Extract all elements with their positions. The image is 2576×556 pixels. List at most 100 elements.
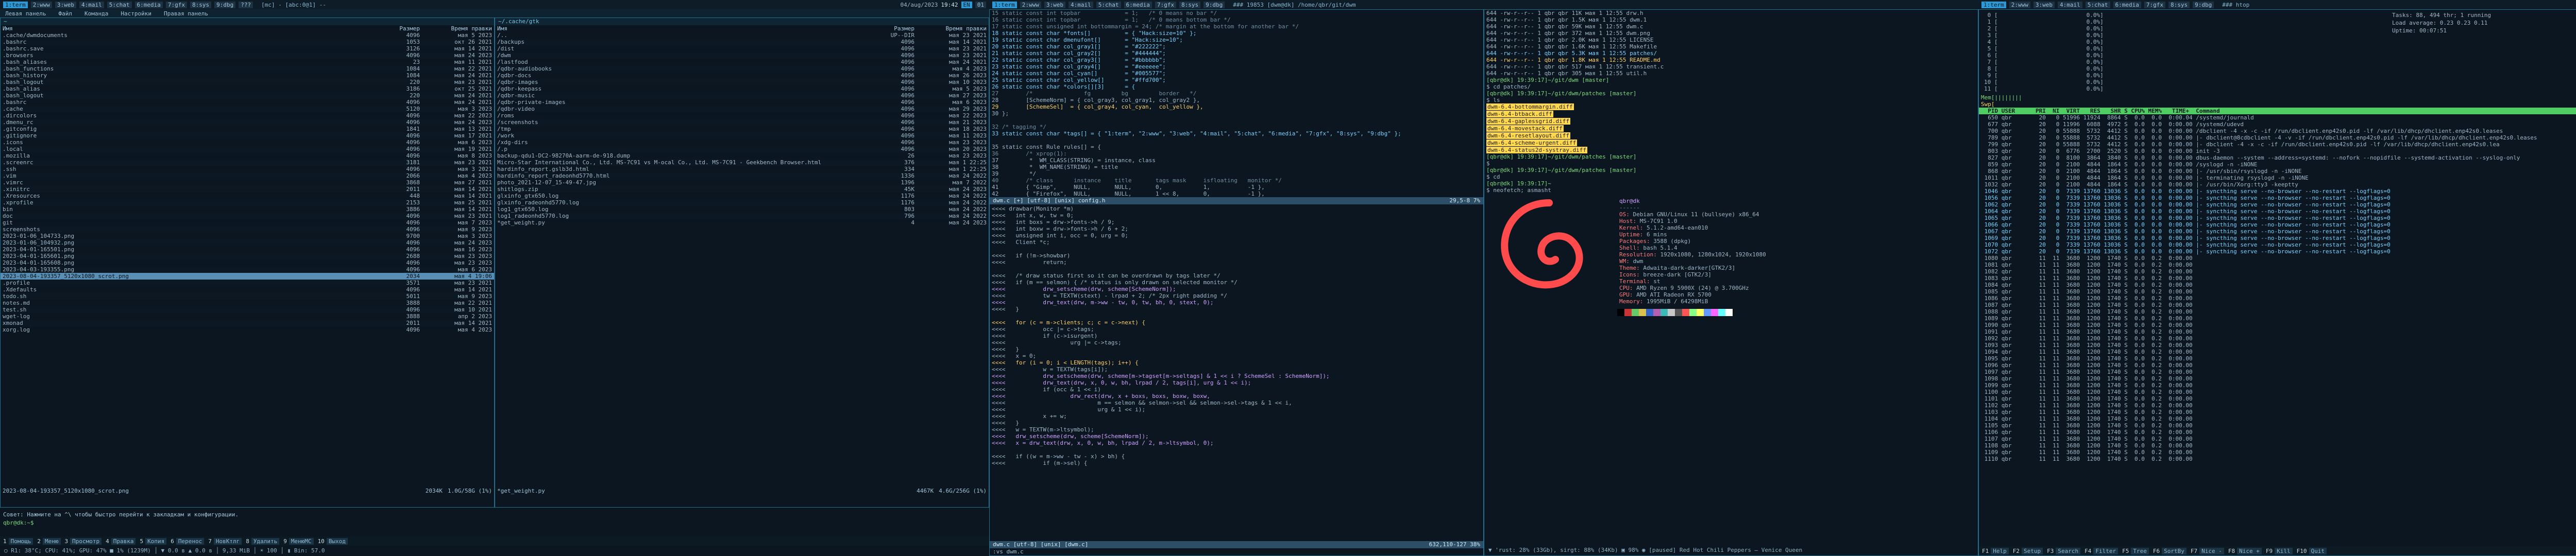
- file-row[interactable]: /dist 4096 мая 23 2021: [495, 45, 989, 52]
- vim-pane[interactable]: 15 static const int topbar = 1; /* 0 mea…: [989, 9, 1484, 556]
- htop-fkey[interactable]: F7 Nice -: [2191, 547, 2224, 554]
- file-row[interactable]: .Xdefaults 4096 мая 14 2021: [1, 286, 494, 293]
- vim-top-buffer[interactable]: 15 static const int topbar = 1; /* 0 mea…: [990, 10, 1483, 197]
- tag-6-media[interactable]: 6:media: [134, 1, 163, 8]
- tag-5-chat[interactable]: 5:chat: [107, 1, 132, 8]
- file-row[interactable]: /qdbr-docs 4096 мая 26 2023: [495, 72, 989, 79]
- process-row[interactable]: 803 qbr 20 0 6776 2700 2520 S 0.0 0.0 0:…: [1979, 148, 2576, 154]
- tag-4-mail[interactable]: 4:mail: [1069, 1, 1093, 8]
- htop-fkey[interactable]: F9 Kill: [2266, 547, 2293, 554]
- tag-3-web[interactable]: 3:web: [2033, 1, 2055, 8]
- tag-8-sys[interactable]: 8:sys: [190, 1, 212, 8]
- file-row[interactable]: /work 4096 мая 11 2023: [495, 132, 989, 139]
- file-row[interactable]: .xprofile 2153 мая 25 2021: [1, 199, 494, 206]
- tag-6-media[interactable]: 6:media: [2113, 1, 2141, 8]
- file-row[interactable]: .bash_aliases 23 мая 11 2021: [1, 59, 494, 65]
- process-row[interactable]: 1104 qbr 11 11 3680 1200 1740 S 0.0 0.2 …: [1979, 415, 2576, 422]
- process-row[interactable]: 1105 qbr 11 11 3680 1200 1740 S 0.0 0.2 …: [1979, 422, 2576, 429]
- process-row[interactable]: 1102 qbr 11 11 3680 1200 1740 S 0.0 0.2 …: [1979, 402, 2576, 409]
- file-row[interactable]: .dmenu_rc 4096 мая 24 2023: [1, 119, 494, 126]
- fkey[interactable]: 7 НовКтлг: [208, 537, 242, 545]
- tag-1-term[interactable]: 1:term: [1981, 1, 2006, 8]
- tag-8-sys[interactable]: 8:sys: [1179, 1, 1201, 8]
- file-row[interactable]: 2023-04-01-165601.png 2688 мая 23 2023: [1, 253, 494, 259]
- file-row[interactable]: git 4096 мая 7 2023: [1, 219, 494, 226]
- process-row[interactable]: 1110 qbr 11 11 3680 1200 1740 S 0.0 0.2 …: [1979, 456, 2576, 462]
- file-row[interactable]: log1_gtx650.log 803 мая 24 2022: [495, 206, 989, 213]
- file-row[interactable]: /qdbr-private-images 4096 мая 6 2023: [495, 99, 989, 106]
- file-row[interactable]: .browsers 4096 мая 24 2023: [1, 52, 494, 59]
- file-row[interactable]: shitlogs.zip 45K мая 24 2023: [495, 186, 989, 193]
- process-row[interactable]: 1069 qbr 20 0 7339 13760 13036 S 0.0 0.0…: [1979, 235, 2576, 241]
- file-row[interactable]: /xdg-dirs 4096 мая 23 2023: [495, 139, 989, 146]
- process-row[interactable]: 1101 qbr 11 11 3680 1200 1740 S 0.0 0.2 …: [1979, 395, 2576, 402]
- file-row[interactable]: .screenrc 3181 мая 23 2021: [1, 159, 494, 166]
- htop-rows[interactable]: 650 qbr 20 0 51996 11924 8864 S 0.0 0.0 …: [1979, 114, 2576, 255]
- htop-fkey[interactable]: F2 Setup: [2013, 547, 2043, 554]
- file-row[interactable]: .mozilla 4096 мая 8 2023: [1, 152, 494, 159]
- mc-left-list[interactable]: .cache/dwmdocuments 4096 мая 5 2023 .bashrc…: [1, 32, 494, 333]
- process-row[interactable]: 1099 qbr 11 11 3680 1200 1740 S 0.0 0.2 …: [1979, 382, 2576, 389]
- file-row[interactable]: .bash_history 1084 мая 24 2021: [1, 72, 494, 79]
- htop-fkey[interactable]: F1 Help: [1982, 547, 2009, 554]
- process-row[interactable]: 1106 qbr 11 11 3680 1200 1740 S 0.0 0.2 …: [1979, 429, 2576, 436]
- htop-fkey[interactable]: F4 Filter: [2084, 547, 2119, 554]
- tag-7-gfx[interactable]: 7:gfx: [165, 1, 187, 8]
- process-row[interactable]: 827 qbr 20 0 8100 3864 3840 S 0.0 0.0 0:…: [1979, 154, 2576, 161]
- file-row[interactable]: /qdbr-audiobooks 4096 мая 4 2023: [495, 65, 989, 72]
- tag--[interactable]: ???: [239, 1, 253, 8]
- fkey[interactable]: 8 Удалить: [246, 537, 280, 545]
- file-row[interactable]: hardinfo_report_radeonhd5770.html 1336 мая…: [495, 172, 989, 179]
- file-row[interactable]: .bash_functions 1084 мая 22 2021: [1, 65, 494, 72]
- file-row[interactable]: .bash_logout 220 мая 24 2021: [1, 92, 494, 99]
- process-row[interactable]: 1081 qbr 11 11 3680 1200 1740 S 0.0 0.2 …: [1979, 262, 2576, 268]
- file-row[interactable]: /.. UP--DIR мая 23 2021: [495, 32, 989, 39]
- file-row[interactable]: test.sh 4096 мая 10 2021: [1, 306, 494, 313]
- file-row[interactable]: bin 3886 мая 14 2021: [1, 206, 494, 213]
- file-row[interactable]: /dwm 4096 мая 23 2021: [495, 52, 989, 59]
- process-row[interactable]: 1092 qbr 11 11 3680 1200 1740 S 0.0 0.2 …: [1979, 335, 2576, 342]
- fkey[interactable]: 2 Меню: [37, 537, 61, 545]
- file-row[interactable]: log1_radeonhd5770.log 796 мая 24 2022: [495, 213, 989, 219]
- mc-menu-item[interactable]: Настройки: [121, 10, 151, 17]
- process-row[interactable]: 1090 qbr 11 11 3680 1200 1740 S 0.0 0.2 …: [1979, 322, 2576, 328]
- fkey[interactable]: 1 Помощь: [3, 537, 33, 545]
- file-row[interactable]: /qdbr-images 4096 мая 10 2023: [495, 79, 989, 85]
- file-row[interactable]: .bash_alias 3186 окт 25 2021: [1, 85, 494, 92]
- file-row[interactable]: .gitignore 4096 мая 17 2021: [1, 132, 494, 139]
- mc-menu-item[interactable]: Команда: [84, 10, 108, 17]
- process-row[interactable]: 1085 qbr 11 11 3680 1200 1740 S 0.0 0.2 …: [1979, 288, 2576, 295]
- file-row[interactable]: glxinfo_radeonhd5770.log 1176 мая 24 2022: [495, 199, 989, 206]
- file-row[interactable]: .vim 2066 мая 4 2023: [1, 172, 494, 179]
- htop-pane[interactable]: 0 [ 0.0%] 1 [ 0.0%] 2 [ 0.0%] 3 [ 0.0%] …: [1978, 9, 2576, 556]
- file-row[interactable]: .local 4096 мая 19 2021: [1, 146, 494, 152]
- file-row[interactable]: 2023-04-01-165501.png 4096 мая 16 2023: [1, 246, 494, 253]
- fkey[interactable]: 9 МенюМС: [283, 537, 314, 545]
- file-row[interactable]: *get_weight.py 4 мая 24 2023: [495, 219, 989, 226]
- mc-right-panel[interactable]: ~/.cache/gtk Имя Размер Время правки /..…: [495, 18, 989, 508]
- process-row[interactable]: 1032 qbr 20 0 2100 4844 1864 S 0.0 0.0 0…: [1979, 181, 2576, 188]
- file-row[interactable]: /qdbr-music 4096 мая 27 2023: [495, 92, 989, 99]
- tag-8-sys[interactable]: 8:sys: [2168, 1, 2190, 8]
- file-row[interactable]: 2023-01-06_104932.png 4096 мая 24 2023: [1, 239, 494, 246]
- mc-right-list[interactable]: /.. UP--DIR мая 23 2021/backups 4096 мая 14 …: [495, 32, 989, 226]
- tag-9-dbg[interactable]: 9:dbg: [2193, 1, 2214, 8]
- fkey[interactable]: 4 Правка: [106, 537, 136, 545]
- process-row[interactable]: 1066 qbr 20 0 7339 13760 13036 S 0.0 0.0…: [1979, 221, 2576, 228]
- process-row[interactable]: 1098 qbr 11 11 3680 1200 1740 S 0.0 0.2 …: [1979, 375, 2576, 382]
- process-row[interactable]: 1064 qbr 20 0 7339 13760 13036 S 0.0 0.0…: [1979, 208, 2576, 215]
- file-row[interactable]: notes.md 3888 мая 22 2021: [1, 300, 494, 306]
- file-row[interactable]: hardinfo_report.gslb3d.html 334 мая 1 22:2…: [495, 166, 989, 172]
- file-row[interactable]: /backups 4096 мая 14 2021: [495, 39, 989, 45]
- file-row[interactable]: /qdbr-video 4096 мая 29 2023: [495, 106, 989, 112]
- file-row[interactable]: .bashrc 1053 окт 26 2021: [1, 39, 494, 45]
- process-row[interactable]: 1107 qbr 11 11 3680 1200 1740 S 0.0 0.2 …: [1979, 436, 2576, 442]
- process-row[interactable]: 1093 qbr 11 11 3680 1200 1740 S 0.0 0.2 …: [1979, 342, 2576, 349]
- tag-4-mail[interactable]: 4:mail: [79, 1, 104, 8]
- tag-1-term[interactable]: 1:term: [992, 1, 1017, 8]
- vim-bottom-buffer[interactable]: <<<< drawbar(Monitor *m) <<<< int x, w, t…: [990, 205, 1483, 466]
- file-row[interactable]: .bashrc.save 3126 мая 14 2021: [1, 45, 494, 52]
- file-row[interactable]: todo.sh 5011 мая 9 2023: [1, 293, 494, 300]
- file-row[interactable]: wget-log 3888 апр 2 2023: [1, 313, 494, 320]
- file-row[interactable]: Micro-Star International Co., Ltd. MS-7C…: [495, 159, 989, 166]
